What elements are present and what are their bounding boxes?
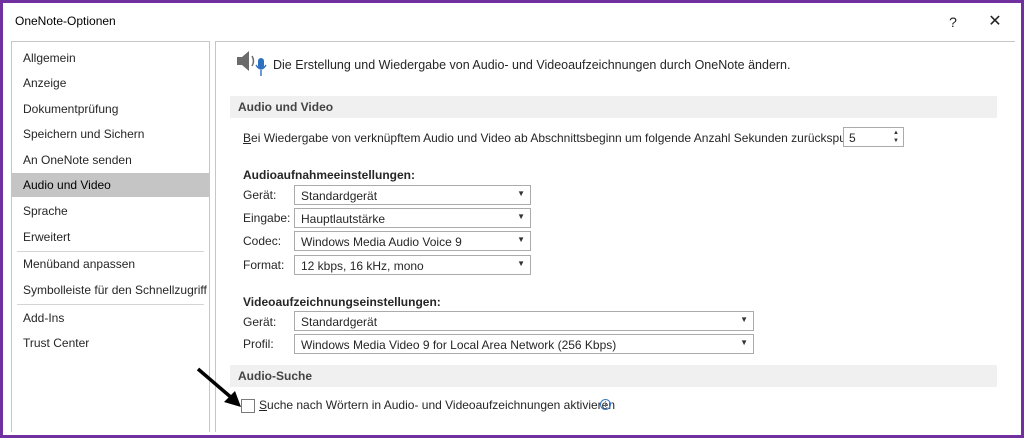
chevron-down-icon: ▼ — [517, 235, 525, 244]
nav-divider — [17, 304, 204, 305]
input-value: Hauptlautstärke — [301, 212, 386, 226]
page-description: Die Erstellung und Wiedergabe von Audio-… — [273, 58, 791, 72]
chevron-down-icon: ▼ — [517, 259, 525, 268]
audio-device-value: Standardgerät — [301, 189, 378, 203]
audio-device-label: Gerät: — [243, 188, 277, 202]
help-button[interactable]: ? — [941, 11, 965, 33]
close-button[interactable]: ✕ — [983, 11, 1007, 33]
codec-label: Codec: — [243, 234, 282, 248]
chevron-down-icon: ▼ — [740, 338, 748, 347]
nav-item-sprache[interactable]: Sprache — [12, 199, 209, 223]
nav-item-anzeige[interactable]: Anzeige — [12, 71, 209, 95]
nav-item-speichern[interactable]: Speichern und Sichern — [12, 122, 209, 146]
audio-search-label[interactable]: Suche nach Wörtern in Audio- und Videoau… — [259, 398, 615, 412]
section-title: Audio und Video — [238, 100, 334, 114]
chevron-down-icon: ▼ — [740, 315, 748, 324]
rewind-seconds-spinner[interactable]: 5 ▲ ▼ — [843, 127, 904, 147]
nav-item-trust-center[interactable]: Trust Center — [12, 331, 209, 355]
speaker-microphone-icon — [237, 51, 267, 76]
section-title: Audio-Suche — [238, 369, 312, 383]
audio-settings-heading: Audioaufnahmeeinstellungen: — [243, 168, 416, 182]
codec-select[interactable]: Windows Media Audio Voice 9 ▼ — [294, 231, 531, 251]
section-audio-search: Audio-Suche — [230, 365, 997, 387]
chevron-down-icon: ▼ — [517, 189, 525, 198]
nav-item-erweitert[interactable]: Erweitert — [12, 225, 209, 249]
input-label: Eingabe: — [243, 211, 291, 225]
audio-device-select[interactable]: Standardgerät ▼ — [294, 185, 531, 205]
profile-select[interactable]: Windows Media Video 9 for Local Area Net… — [294, 334, 754, 354]
nav-item-allgemein[interactable]: Allgemein — [12, 46, 209, 70]
section-audio-video: Audio und Video — [230, 96, 997, 118]
nav-item-an-onenote-senden[interactable]: An OneNote senden — [12, 148, 209, 172]
spin-down-icon[interactable]: ▼ — [891, 137, 901, 146]
format-value: 12 kbps, 16 kHz, mono — [301, 259, 424, 273]
nav-item-dokumentpruefung[interactable]: Dokumentprüfung — [12, 97, 209, 121]
window-title: OneNote-Optionen — [15, 14, 116, 28]
info-icon[interactable]: i — [600, 399, 611, 410]
title-bar: OneNote-Optionen ? ✕ — [3, 3, 1021, 39]
nav-item-menueband[interactable]: Menüband anpassen — [12, 252, 209, 276]
rewind-label: Bei Wiedergabe von verknüpftem Audio und… — [243, 131, 866, 145]
codec-value: Windows Media Audio Voice 9 — [301, 235, 462, 249]
rewind-seconds-value: 5 — [849, 131, 856, 145]
nav-item-add-ins[interactable]: Add-Ins — [12, 306, 209, 330]
video-device-label: Gerät: — [243, 315, 277, 329]
video-device-value: Standardgerät — [301, 315, 378, 329]
nav-item-audio-video[interactable]: Audio und Video — [12, 173, 209, 197]
video-device-select[interactable]: Standardgerät ▼ — [294, 311, 754, 331]
video-settings-heading: Videoaufzeichnungseinstellungen: — [243, 295, 441, 309]
chevron-down-icon: ▼ — [517, 212, 525, 221]
nav-item-symbolleiste[interactable]: Symbolleiste für den Schnellzugriff — [12, 278, 209, 302]
arrow-annotation-icon — [196, 367, 241, 407]
options-nav: Allgemein Anzeige Dokumentprüfung Speich… — [11, 41, 210, 432]
input-select[interactable]: Hauptlautstärke ▼ — [294, 208, 531, 228]
profile-value: Windows Media Video 9 for Local Area Net… — [301, 338, 617, 352]
profile-label: Profil: — [243, 337, 274, 351]
format-select[interactable]: 12 kbps, 16 kHz, mono ▼ — [294, 255, 531, 275]
format-label: Format: — [243, 258, 285, 272]
